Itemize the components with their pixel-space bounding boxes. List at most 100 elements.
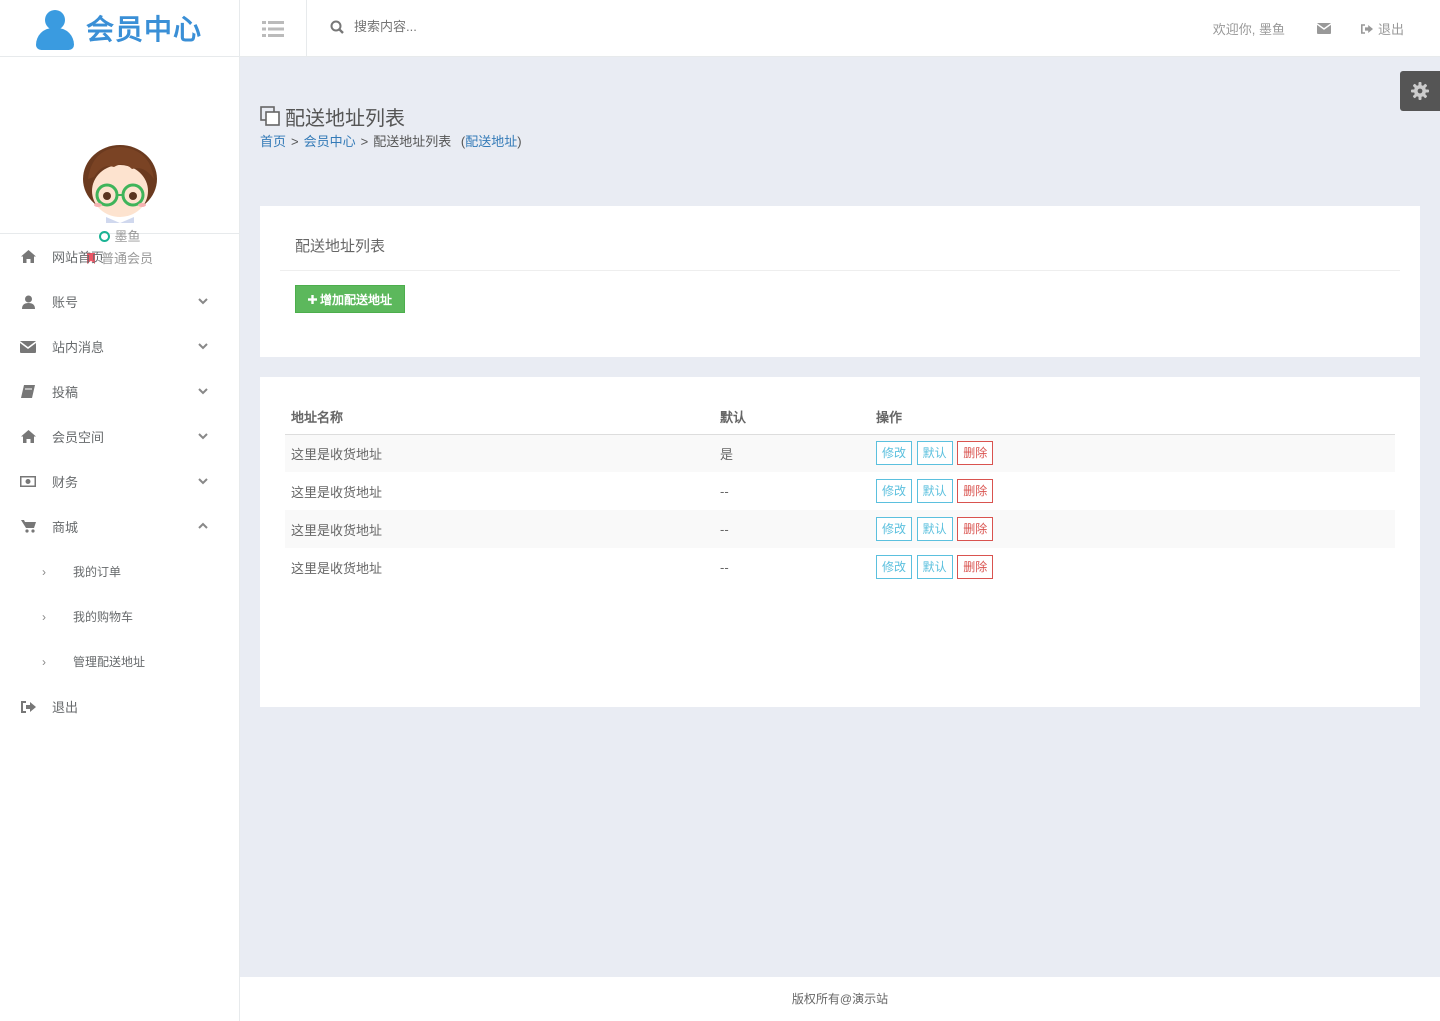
- sidebar-item-label: 会员空间: [52, 430, 105, 445]
- sidebar-item-label: 账号: [52, 295, 79, 310]
- delete-button[interactable]: 删除: [957, 441, 994, 466]
- table-row: 这里是收货地址 是 修改 默认 删除: [285, 434, 1395, 472]
- envelope-icon[interactable]: [1316, 23, 1331, 34]
- breadcrumb-address-link[interactable]: 配送地址: [465, 134, 517, 149]
- actions-cell: 修改 默认 删除: [870, 548, 1395, 586]
- add-address-label: 增加配送地址: [319, 292, 392, 307]
- sidebar-item-messages[interactable]: 站内消息: [0, 324, 239, 369]
- topbar: 欢迎你, 墨鱼 退出: [240, 0, 1440, 57]
- chevron-right-icon: ›: [42, 564, 46, 579]
- column-header-default: 默认: [714, 399, 870, 435]
- user-logo-icon: [34, 6, 76, 50]
- address-name-cell: 这里是收货地址: [285, 510, 714, 548]
- edit-button[interactable]: 修改: [876, 441, 913, 466]
- chevron-down-icon: [198, 343, 208, 350]
- sidebar-subitem-addresses[interactable]: › 管理配送地址: [0, 639, 239, 684]
- address-name-cell: 这里是收货地址: [291, 484, 383, 500]
- menu-toggle-button[interactable]: [240, 0, 307, 57]
- settings-button[interactable]: [1400, 71, 1440, 111]
- envelope-icon: [20, 340, 36, 354]
- sidebar-item-submissions[interactable]: 投稿: [0, 369, 239, 414]
- search-box: [330, 19, 554, 34]
- add-address-button[interactable]: 增加配送地址: [295, 285, 405, 313]
- sidebar-item-shop[interactable]: 商城: [0, 504, 239, 549]
- address-list-panel: 配送地址列表 增加配送地址: [260, 206, 1420, 357]
- column-header-name: 地址名称: [285, 399, 714, 435]
- divider: [280, 270, 1400, 271]
- list-icon: [262, 20, 284, 37]
- set-default-button[interactable]: 默认: [916, 479, 953, 503]
- panel-title: 配送地址列表: [295, 238, 386, 255]
- sidebar-item-label: 站内消息: [52, 340, 105, 355]
- sign-out-icon: [1360, 23, 1373, 34]
- table-row: 这里是收货地址 -- 修改 默认 删除: [285, 472, 1395, 510]
- logo[interactable]: 会员中心: [0, 0, 239, 57]
- chevron-down-icon: [198, 388, 208, 395]
- default-cell: --: [720, 559, 729, 575]
- sidebar-item-finance[interactable]: 财务: [0, 459, 239, 504]
- address-table-panel: 地址名称 默认 操作 这里是收货地址 是 修改 默认 删除 这里是收货地址 --…: [260, 377, 1420, 707]
- chevron-right-icon: ›: [42, 654, 46, 669]
- actions-cell: 修改 默认 删除: [870, 472, 1395, 510]
- breadcrumb-member-link[interactable]: 会员中心: [304, 134, 356, 149]
- logout-label: 退出: [1377, 22, 1404, 37]
- search-input[interactable]: [354, 19, 554, 34]
- edit-button[interactable]: 修改: [876, 555, 913, 579]
- breadcrumb-current: 配送地址列表: [373, 134, 452, 149]
- edit-button[interactable]: 修改: [876, 517, 913, 541]
- logo-text: 会员中心: [86, 14, 203, 45]
- sidebar-item-member-space[interactable]: 会员空间: [0, 414, 239, 459]
- user-icon: [20, 295, 36, 309]
- sidebar-item-label: 退出: [52, 700, 79, 715]
- sidebar-item-label: 财务: [52, 475, 79, 490]
- chevron-down-icon: [198, 433, 208, 440]
- breadcrumb-paren: ): [517, 134, 522, 149]
- sidebar-item-logout[interactable]: 退出: [0, 684, 239, 729]
- page-title: 配送地址列表: [285, 108, 405, 130]
- footer: 版权所有@演示站: [240, 977, 1440, 1021]
- welcome-text: 欢迎你, 墨鱼: [1212, 22, 1285, 37]
- address-name-cell: 这里是收货地址: [285, 434, 714, 472]
- sidebar-subitem-label: 管理配送地址: [73, 655, 146, 669]
- sidebar-item-account[interactable]: 账号: [0, 279, 239, 324]
- breadcrumb: 首页 > 会员中心 > 配送地址列表 (配送地址): [260, 131, 522, 150]
- delete-button[interactable]: 删除: [957, 479, 994, 503]
- chevron-down-icon: [198, 298, 208, 305]
- cart-icon: [20, 520, 36, 534]
- sidebar-nav: 网站首页 账号 站内消息 投稿 会员空间 财务 商城 › 我的订单 › 我的购物…: [0, 234, 239, 729]
- home-icon: [20, 430, 36, 444]
- chevron-down-icon: [198, 478, 208, 485]
- sidebar-item-label: 网站首页: [52, 250, 105, 265]
- table-header-row: 地址名称 默认 操作: [285, 399, 1395, 435]
- sidebar-item-home[interactable]: 网站首页: [0, 234, 239, 279]
- copy-icon: [260, 106, 280, 126]
- table-row: 这里是收货地址 -- 修改 默认 删除: [285, 510, 1395, 548]
- sidebar-subitem-cart[interactable]: › 我的购物车: [0, 594, 239, 639]
- default-cell: 是: [714, 434, 870, 472]
- table-row: 这里是收货地址 -- 修改 默认 删除: [285, 548, 1395, 586]
- sidebar-subitem-orders[interactable]: › 我的订单: [0, 549, 239, 594]
- address-table: 地址名称 默认 操作 这里是收货地址 是 修改 默认 删除 这里是收货地址 --…: [285, 399, 1395, 586]
- set-default-button[interactable]: 默认: [916, 517, 953, 541]
- avatar[interactable]: [80, 143, 160, 223]
- set-default-button[interactable]: 默认: [916, 555, 953, 579]
- chevron-up-icon: [198, 522, 208, 529]
- column-header-actions: 操作: [870, 399, 1395, 435]
- address-name-cell: 这里是收货地址: [291, 560, 383, 576]
- logout-link[interactable]: 退出: [1360, 19, 1404, 38]
- delete-button[interactable]: 删除: [957, 555, 994, 579]
- home-icon: [20, 250, 36, 264]
- delete-button[interactable]: 删除: [957, 517, 994, 541]
- chevron-right-icon: ›: [42, 609, 46, 624]
- sidebar-item-label: 投稿: [52, 385, 79, 400]
- set-default-button[interactable]: 默认: [916, 441, 953, 466]
- breadcrumb-home-link[interactable]: 首页: [260, 134, 286, 149]
- book-icon: [20, 385, 36, 399]
- default-cell: --: [714, 510, 870, 548]
- sidebar-subitem-label: 我的购物车: [73, 610, 134, 624]
- edit-button[interactable]: 修改: [876, 479, 913, 503]
- money-icon: [20, 475, 36, 489]
- actions-cell: 修改 默认 删除: [870, 510, 1395, 548]
- search-icon: [330, 20, 344, 34]
- profile-card: 墨鱼 普通会员: [0, 57, 239, 266]
